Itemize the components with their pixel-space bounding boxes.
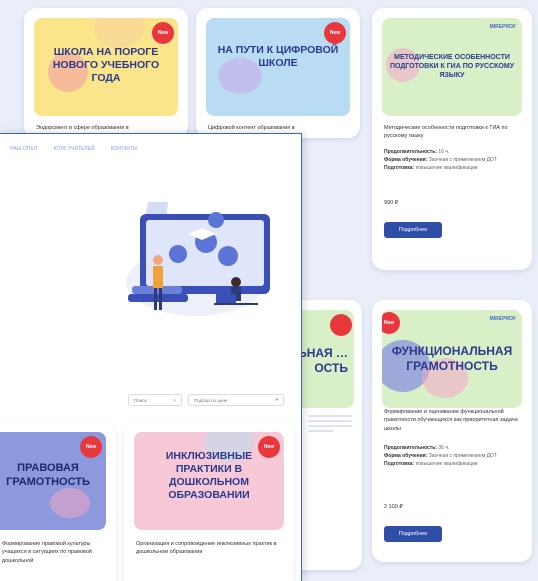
- course-title: На пути к цифровой школе: [217, 44, 339, 70]
- course-banner: New Правовая грамотность: [0, 432, 106, 530]
- course-card[interactable]: New Правовая грамотность Формирование пр…: [0, 422, 116, 581]
- nav-link-experience[interactable]: НАШ ОПЫТ: [10, 146, 38, 152]
- course-card[interactable]: MIREPROF Методические особенности подгот…: [372, 8, 532, 270]
- course-banner: На пути к цифровой школе New: [206, 18, 350, 116]
- course-price: 990 ₽: [384, 200, 399, 206]
- course-meta: Продолжительность: 36 ч. Форма обучения:…: [384, 445, 497, 467]
- course-price: 2 100 ₽: [384, 504, 403, 510]
- course-description: Формирование и оценивание функциональной…: [384, 409, 518, 432]
- new-badge: New: [382, 312, 400, 334]
- course-card[interactable]: MIREPROF New Функциональная грамотность …: [372, 300, 532, 562]
- new-badge: [330, 314, 352, 336]
- course-banner: Школа на пороге нового учебного года New: [34, 18, 178, 116]
- details-button[interactable]: Подробнее: [384, 526, 442, 542]
- course-card[interactable]: На пути к цифровой школе New Цифровой ко…: [196, 8, 360, 138]
- course-card[interactable]: Школа на пороге нового учебного года New…: [24, 8, 188, 138]
- chevron-down-icon: ▾: [275, 397, 278, 402]
- hero-illustration: [126, 202, 270, 316]
- sort-dropdown[interactable]: Подбор по цене ▾: [188, 394, 284, 406]
- course-banner: MIREPROF Методические особенности подгот…: [382, 18, 522, 116]
- course-banner: MIREPROF New Функциональная грамотность: [382, 310, 522, 408]
- course-card[interactable]: New Инклюзивные практики в дошкольном об…: [124, 422, 294, 581]
- course-title: Методические особенности подготовки к ГИ…: [389, 54, 515, 79]
- course-description: Цифровой контент образования в: [208, 125, 295, 131]
- new-badge: New: [152, 22, 174, 44]
- foreground-site-window: НАШ ОПЫТ КЛУБ УЧИТЕЛЕЙ КОНТАКТЫ Поиск ⌕ П…: [0, 133, 302, 581]
- course-description: Эндорсмент в сфере образования в: [36, 125, 129, 131]
- course-description: Методические особенности подготовки к ГИ…: [384, 125, 508, 140]
- nav-link-teachers-club[interactable]: КЛУБ УЧИТЕЛЕЙ: [54, 146, 95, 152]
- course-description: Организация и сопровождение инклюзивных …: [136, 541, 277, 556]
- brand-logo: MIREPROF: [489, 24, 516, 30]
- new-badge: New: [324, 22, 346, 44]
- course-title: Школа на пороге нового учебного года: [52, 46, 160, 85]
- search-icon: ⌕: [173, 397, 176, 403]
- top-navigation: НАШ ОПЫТ КЛУБ УЧИТЕЛЕЙ КОНТАКТЫ: [10, 146, 138, 152]
- course-title: Функциональная грамотность: [391, 344, 513, 373]
- course-title: Правовая грамотность: [6, 462, 90, 488]
- course-title: Инклюзивные практики в дошкольном образо…: [165, 450, 253, 502]
- nav-link-contacts[interactable]: КОНТАКТЫ: [111, 146, 138, 152]
- course-banner: New Инклюзивные практики в дошкольном об…: [134, 432, 284, 530]
- course-meta: Продолжительность: 16 ч. Форма обучения:…: [384, 149, 497, 171]
- new-badge: New: [80, 436, 102, 458]
- details-button[interactable]: Подробнее: [384, 222, 442, 238]
- search-input[interactable]: Поиск ⌕: [128, 394, 182, 406]
- filter-bar: Поиск ⌕ Подбор по цене ▾: [128, 394, 284, 406]
- brand-logo: MIREPROF: [489, 316, 516, 322]
- course-description: Формирование правовой культуры учащихся …: [2, 541, 92, 564]
